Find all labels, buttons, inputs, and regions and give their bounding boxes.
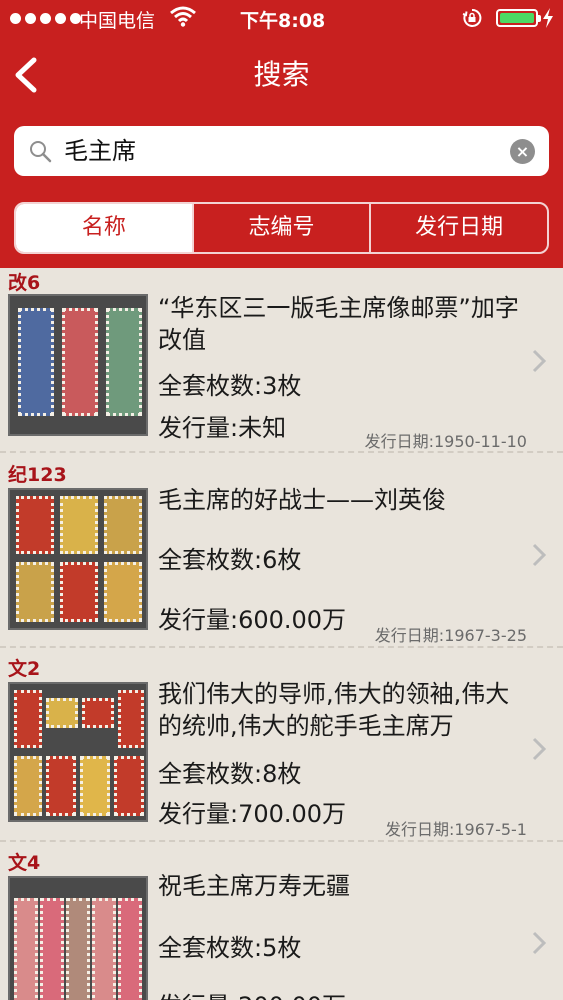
search-query: 毛主席 <box>64 137 136 165</box>
search-area: 毛主席 × 名称 志编号 发行日期 <box>0 112 563 268</box>
list-item[interactable]: 纪123 毛主席的好战士——刘英俊 全套枚数:6枚 发行量:600.00万 发行… <box>0 460 563 648</box>
issue-quantity: 发行量:700.00万 <box>158 800 347 828</box>
chevron-right-icon <box>532 931 547 955</box>
issue-quantity: 发行量:200.00万 <box>158 986 346 1000</box>
list-item[interactable]: 文4 祝毛主席万寿无疆 全套枚数:5枚 发行量:200.00万 <box>0 848 563 1000</box>
divider <box>0 451 563 453</box>
stamp-code: 文2 <box>8 658 41 680</box>
divider <box>0 646 563 648</box>
chevron-right-icon <box>532 543 547 567</box>
stamp-title: 祝毛主席万寿无疆 <box>158 872 350 900</box>
stamp-title: “华东区三一版毛主席像邮票”加字改值 <box>158 294 519 354</box>
list-item[interactable]: 改6 “华东区三一版毛主席像邮票”加字改值 全套枚数:3枚 发行量:未知 发行日… <box>0 268 563 453</box>
rotation-lock-icon <box>462 8 482 27</box>
charging-icon <box>543 8 553 28</box>
clear-icon[interactable]: × <box>510 139 535 164</box>
chevron-right-icon <box>532 737 547 761</box>
stamp-thumbnail <box>8 876 148 1000</box>
stamp-code: 纪123 <box>8 464 67 486</box>
chevron-right-icon <box>532 349 547 373</box>
stamp-code: 改6 <box>8 272 41 294</box>
top-bar: 中国电信 下午8:08 搜索 <box>0 0 563 112</box>
stamp-count: 全套枚数:5枚 <box>158 934 302 962</box>
issue-quantity: 发行量:未知 <box>158 414 287 442</box>
tab-name[interactable]: 名称 <box>16 204 192 252</box>
search-type-tabs: 名称 志编号 发行日期 <box>14 202 549 254</box>
page-title: 搜索 <box>253 58 310 91</box>
search-icon <box>30 141 52 163</box>
tab-issue-date[interactable]: 发行日期 <box>369 204 547 252</box>
issue-date: 发行日期:1967-3-25 <box>374 626 527 645</box>
stamp-thumbnail <box>8 294 148 436</box>
stamp-title: 我们伟大的导师,伟大的领袖,伟大的统帅,伟大的舵手毛主席万 <box>158 680 510 740</box>
divider <box>0 840 563 842</box>
list-item[interactable]: 文2 我们伟大的导师,伟大的领袖,伟大的统帅,伟大的舵手毛主席万 全套枚数:8枚… <box>0 654 563 842</box>
issue-quantity: 发行量:600.00万 <box>158 606 347 634</box>
wifi-icon <box>170 6 196 27</box>
stamp-code: 文4 <box>8 852 41 874</box>
status-time: 下午8:08 <box>240 10 326 32</box>
search-input[interactable]: 毛主席 × <box>14 126 549 176</box>
stamp-count: 全套枚数:8枚 <box>158 760 302 788</box>
stamp-title: 毛主席的好战士——刘英俊 <box>158 486 446 514</box>
tab-catalog-number[interactable]: 志编号 <box>191 204 370 252</box>
status-bar: 中国电信 下午8:08 <box>0 0 563 36</box>
signal-icon <box>10 13 81 24</box>
carrier-label: 中国电信 <box>79 10 156 32</box>
stamp-thumbnail <box>8 488 148 630</box>
stamp-count: 全套枚数:6枚 <box>158 546 302 574</box>
issue-date: 发行日期:1950-11-10 <box>364 432 527 451</box>
issue-date: 发行日期:1967-5-1 <box>384 820 527 839</box>
stamp-thumbnail <box>8 682 148 822</box>
battery-icon <box>496 9 541 27</box>
stamp-count: 全套枚数:3枚 <box>158 372 302 400</box>
